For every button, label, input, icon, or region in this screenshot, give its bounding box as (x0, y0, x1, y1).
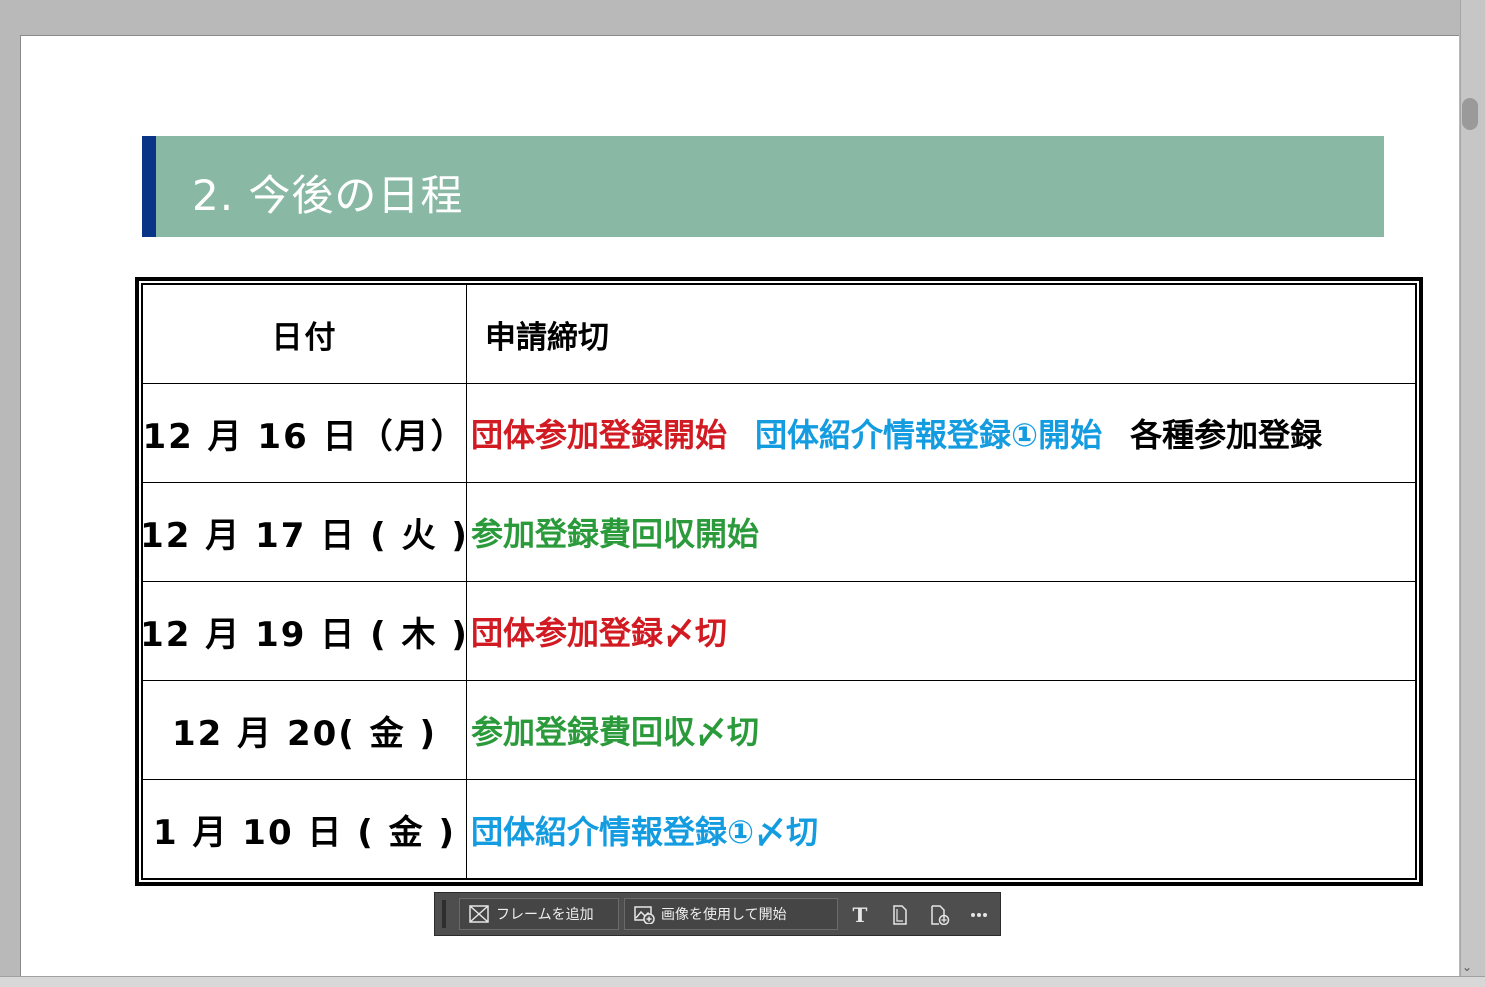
image-add-icon (633, 905, 655, 924)
status-bar (0, 976, 1485, 987)
row-item: 参加登録費回収開始 (467, 483, 1415, 581)
table-row: 12 月 19 日 ( 木 ) 団体参加登録〆切 (140, 582, 1415, 681)
add-frame-label: フレームを追加 (496, 907, 594, 923)
row-date: 12 月 17 日 ( 火 ) (140, 483, 467, 581)
row-date: 1 月 10 日 ( 金 ) (143, 780, 467, 879)
row-date: 12 月 19 日 ( 木 ) (140, 582, 467, 680)
header-item: 申請締切 (485, 319, 609, 356)
schedule-table-inner: 日付 申請締切 12 月 16 日（月） 団体参加登録開始 団体紹介情報登録①開… (140, 283, 1417, 880)
drag-handle[interactable] (442, 900, 446, 928)
item-segment: 各種参加登録 (1130, 416, 1323, 454)
row-date: 12 月 20( 金 ) (143, 681, 467, 779)
table-row: 1 月 10 日 ( 金 ) 団体紹介情報登録①〆切 (143, 780, 1415, 879)
scrollbar-thumb[interactable] (1462, 98, 1478, 130)
schedule-table[interactable]: 日付 申請締切 12 月 16 日（月） 団体参加登録開始 団体紹介情報登録①開… (135, 277, 1423, 886)
row-date: 12 月 16 日（月） (142, 384, 467, 482)
vertical-scrollbar[interactable] (1460, 0, 1485, 986)
start-with-image-button[interactable]: 画像を使用して開始 (624, 898, 838, 930)
item-segment: 団体紹介情報登録①〆切 (471, 812, 819, 851)
text-tool-icon[interactable]: T (848, 903, 872, 927)
section-heading: 2. 今後の日程 (142, 136, 1384, 237)
scroll-down-icon[interactable]: ⌄ (1462, 960, 1472, 974)
add-frame-button[interactable]: フレームを追加 (459, 898, 619, 930)
header-date: 日付 (143, 285, 467, 383)
page-add-icon[interactable] (928, 903, 952, 927)
table-row: 12 月 17 日 ( 火 ) 参加登録費回収開始 (140, 483, 1415, 582)
item-segment: 参加登録費回収開始 (471, 515, 760, 553)
start-with-image-label: 画像を使用して開始 (661, 907, 787, 923)
frame-icon (468, 905, 490, 923)
table-header-row: 日付 申請締切 (143, 285, 1415, 384)
row-item: 団体参加登録開始 団体紹介情報登録①開始 各種参加登録 (467, 384, 1415, 482)
item-segment: 団体参加登録〆切 (471, 614, 728, 652)
table-row: 12 月 16 日（月） 団体参加登録開始 団体紹介情報登録①開始 各種参加登録 (142, 384, 1415, 483)
page-icon[interactable] (888, 903, 912, 927)
table-row: 12 月 20( 金 ) 参加登録費回収〆切 (143, 681, 1415, 780)
row-item: 団体参加登録〆切 (467, 582, 1415, 680)
section-title[interactable]: 2. 今後の日程 (192, 162, 463, 223)
item-segment: 参加登録費回収〆切 (471, 713, 760, 751)
more-icon[interactable] (967, 903, 991, 927)
document-page: 2. 今後の日程 日付 申請締切 12 月 16 日（月） 団体参加登録開始 団… (20, 35, 1459, 987)
item-segment: 団体参加登録開始 (471, 416, 728, 454)
row-item: 団体紹介情報登録①〆切 (467, 780, 1415, 879)
contextual-task-bar[interactable]: フレームを追加 画像を使用して開始 T (434, 892, 1001, 936)
item-segment: 団体紹介情報登録①開始 (755, 416, 1103, 454)
row-item: 参加登録費回収〆切 (467, 681, 1415, 779)
heading-accent-bar (142, 136, 156, 237)
